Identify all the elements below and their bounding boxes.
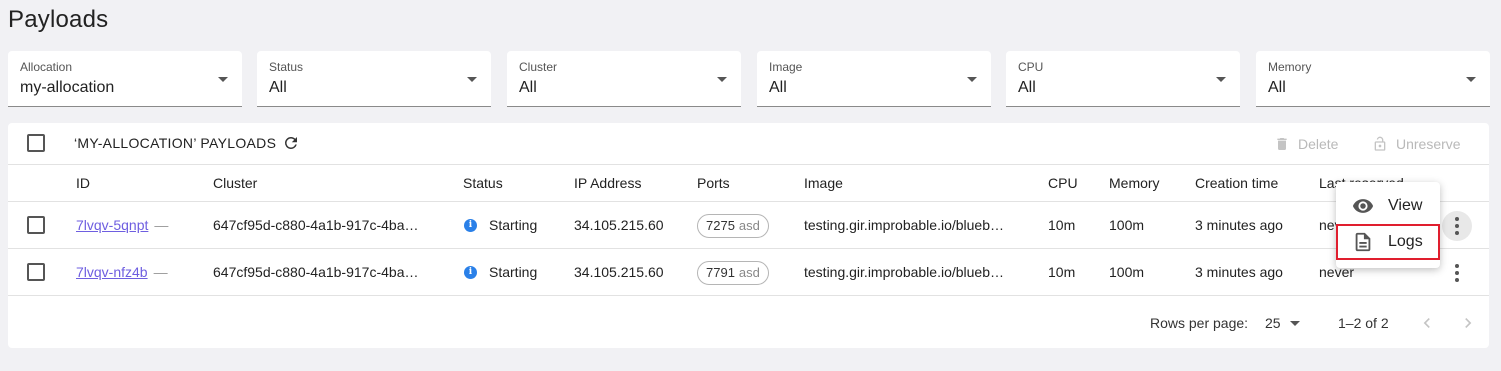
- cluster-cell: 647cf95d-c880-4a1b-917c-4ba…: [213, 264, 419, 280]
- creation-time-cell: 3 minutes ago: [1195, 264, 1283, 280]
- table-title: ‘MY-ALLOCATION’ PAYLOADS: [74, 135, 277, 151]
- id-dash: —: [154, 217, 169, 233]
- column-header-id[interactable]: ID: [76, 175, 90, 191]
- ip-cell: 34.105.215.60: [574, 264, 664, 280]
- delete-label: Delete: [1298, 136, 1339, 152]
- column-header-cpu[interactable]: CPU: [1048, 175, 1078, 191]
- info-status-icon: i: [464, 266, 477, 279]
- status-cell: Starting: [489, 217, 538, 233]
- filter-value: All: [1268, 79, 1286, 96]
- filter-value: All: [1018, 79, 1036, 96]
- dropdown-caret-icon: [717, 77, 727, 82]
- port-chip: 7275 asd: [697, 214, 769, 238]
- cpu-cell: 10m: [1048, 264, 1076, 280]
- payload-id-link[interactable]: 7lvqv-5qnpt: [76, 217, 148, 233]
- dropdown-caret-icon: [467, 77, 477, 82]
- table-row: 7lvqv-nfz4b — 647cf95d-c880-4a1b-917c-4ba…: [8, 249, 1489, 296]
- port-number: 7275: [706, 218, 735, 233]
- column-header-creation-time[interactable]: Creation time: [1195, 175, 1278, 191]
- filter-label: Status: [269, 60, 304, 74]
- row-checkbox[interactable]: [27, 216, 45, 234]
- menu-item-logs[interactable]: Logs: [1336, 224, 1440, 260]
- eye-icon: [1352, 199, 1374, 213]
- rows-per-page-label: Rows per page:: [1150, 315, 1249, 331]
- memory-filter[interactable]: Memory All: [1256, 51, 1490, 107]
- document-icon: [1355, 232, 1371, 252]
- info-status-icon: i: [464, 219, 477, 232]
- delete-button[interactable]: Delete: [1274, 133, 1338, 155]
- port-number: 7791: [706, 265, 735, 280]
- cpu-filter[interactable]: CPU All: [1006, 51, 1240, 107]
- status-filter[interactable]: Status All: [257, 51, 491, 107]
- pagination-range: 1–2 of 2: [1338, 315, 1389, 331]
- trash-icon: [1277, 138, 1287, 150]
- next-page-icon[interactable]: [1458, 313, 1478, 333]
- port-protocol: asd: [738, 218, 760, 233]
- row-context-menu: View Logs: [1336, 182, 1440, 268]
- creation-time-cell: 3 minutes ago: [1195, 217, 1283, 233]
- image-filter[interactable]: Image All: [757, 51, 991, 107]
- dropdown-caret-icon: [218, 77, 228, 82]
- row-actions-menu-icon[interactable]: [1442, 258, 1472, 288]
- image-cell: testing.gir.improbable.io/blueb…: [804, 217, 1005, 233]
- filter-value: All: [769, 79, 787, 96]
- filter-value: my-allocation: [20, 79, 115, 96]
- rows-per-page-select[interactable]: 25: [1265, 315, 1281, 331]
- filter-value: All: [269, 79, 287, 96]
- dropdown-caret-icon: [1466, 77, 1476, 82]
- column-header-status[interactable]: Status: [463, 175, 503, 191]
- rows-per-page-caret-icon[interactable]: [1290, 321, 1300, 326]
- column-header-cluster[interactable]: Cluster: [213, 175, 257, 191]
- port-protocol: asd: [738, 265, 760, 280]
- table-row: 7lvqv-5qnpt — 647cf95d-c880-4a1b-917c-4ba…: [8, 202, 1489, 249]
- port-chip: 7791 asd: [697, 261, 769, 285]
- column-header-memory[interactable]: Memory: [1109, 175, 1160, 191]
- page-title: Payloads: [8, 6, 109, 33]
- lock-open-icon: [1374, 136, 1386, 151]
- dropdown-caret-icon: [1216, 77, 1226, 82]
- filter-label: Memory: [1268, 60, 1312, 74]
- row-actions-menu-icon[interactable]: [1442, 211, 1472, 241]
- cluster-cell: 647cf95d-c880-4a1b-917c-4ba…: [213, 217, 419, 233]
- cluster-filter[interactable]: Cluster All: [507, 51, 741, 107]
- divider: [8, 164, 1489, 165]
- column-header-ip[interactable]: IP Address: [574, 175, 641, 191]
- image-cell: testing.gir.improbable.io/blueb…: [804, 264, 1005, 280]
- memory-cell: 100m: [1109, 264, 1145, 280]
- allocation-filter[interactable]: Allocation my-allocation: [8, 51, 242, 107]
- menu-item-view[interactable]: View: [1336, 188, 1440, 224]
- row-checkbox[interactable]: [27, 263, 45, 281]
- filter-label: Allocation: [20, 60, 73, 74]
- refresh-icon[interactable]: [282, 134, 300, 152]
- status-cell: Starting: [489, 264, 538, 280]
- payload-id-link[interactable]: 7lvqv-nfz4b: [76, 264, 148, 280]
- filter-bar: Allocation my-allocation Status All Clus…: [8, 51, 1490, 107]
- column-header-ports[interactable]: Ports: [697, 175, 730, 191]
- cpu-cell: 10m: [1048, 217, 1076, 233]
- ip-cell: 34.105.215.60: [574, 217, 664, 233]
- menu-item-label: View: [1388, 197, 1423, 214]
- column-header-image[interactable]: Image: [804, 175, 843, 191]
- filter-label: Image: [769, 60, 803, 74]
- dropdown-caret-icon: [967, 77, 977, 82]
- previous-page-icon[interactable]: [1417, 313, 1437, 333]
- unreserve-label: Unreserve: [1396, 136, 1461, 152]
- select-all-checkbox[interactable]: [27, 134, 45, 152]
- divider: [8, 295, 1489, 296]
- filter-value: All: [519, 79, 537, 96]
- payloads-table-card: ‘MY-ALLOCATION’ PAYLOADS Delete Unreserv…: [8, 123, 1489, 348]
- filter-label: CPU: [1018, 60, 1044, 74]
- menu-item-label: Logs: [1388, 233, 1423, 250]
- id-dash: —: [153, 264, 168, 280]
- unreserve-button[interactable]: Unreserve: [1372, 133, 1461, 155]
- memory-cell: 100m: [1109, 217, 1145, 233]
- filter-label: Cluster: [519, 60, 558, 74]
